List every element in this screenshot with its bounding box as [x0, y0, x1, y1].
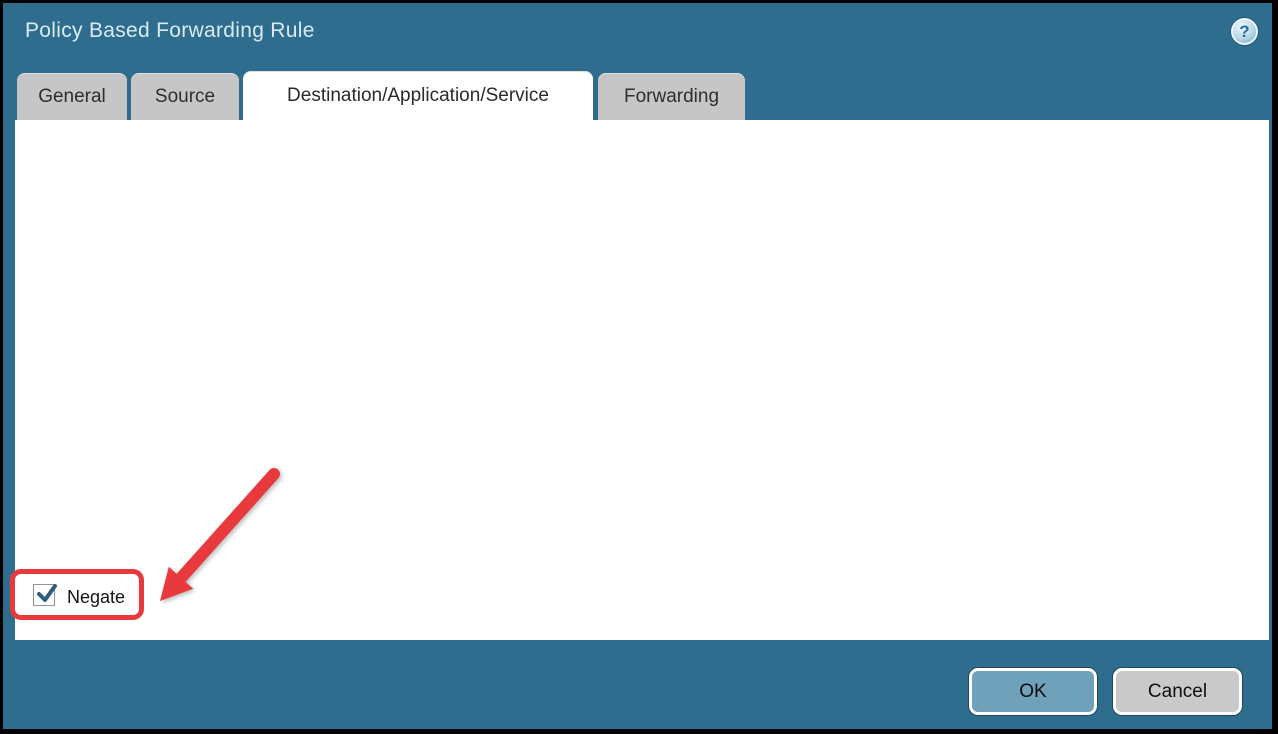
help-icon[interactable]: ? — [1231, 18, 1258, 45]
negate-checkbox[interactable] — [33, 584, 55, 606]
negate-label: Negate — [67, 587, 125, 608]
tab-source[interactable]: Source — [131, 73, 239, 120]
checkmark-icon — [35, 582, 60, 607]
cancel-button[interactable]: Cancel — [1113, 668, 1242, 715]
tab-content-area — [15, 120, 1269, 640]
dialog-background: Policy Based Forwarding Rule ? General S… — [3, 3, 1272, 729]
ok-button[interactable]: OK — [969, 668, 1097, 715]
tab-forwarding[interactable]: Forwarding — [598, 73, 745, 120]
page-title: Policy Based Forwarding Rule — [25, 19, 315, 43]
tab-general[interactable]: General — [17, 73, 127, 120]
policy-forwarding-dialog: Policy Based Forwarding Rule ? General S… — [0, 0, 1278, 734]
tab-destination-application-service[interactable]: Destination/Application/Service — [243, 71, 593, 121]
